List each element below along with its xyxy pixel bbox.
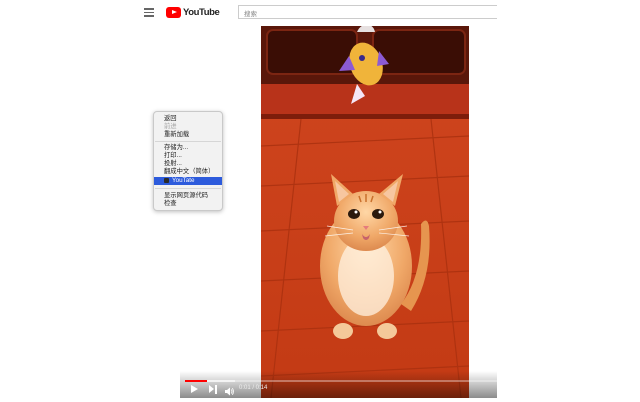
play-icon[interactable] bbox=[191, 385, 198, 393]
right-gutter bbox=[497, 0, 640, 400]
youtube-logo-icon bbox=[166, 7, 181, 18]
video-player[interactable] bbox=[261, 26, 469, 398]
masthead: YouTube 搜索 bbox=[144, 0, 497, 26]
menu-item-youtate-label: YouTate bbox=[172, 177, 195, 184]
progress-played bbox=[185, 380, 207, 382]
menu-item-translate[interactable]: 翻成中文（简体） bbox=[154, 168, 222, 176]
menu-item-back[interactable]: 返回 bbox=[154, 115, 222, 123]
next-icon[interactable] bbox=[209, 385, 217, 394]
hamburger-menu-icon[interactable] bbox=[144, 8, 154, 17]
video-frame-image bbox=[261, 26, 469, 398]
menu-item-inspect[interactable]: 检查 bbox=[154, 200, 222, 208]
extension-icon bbox=[164, 177, 169, 183]
logo-text: YouTube bbox=[183, 7, 220, 18]
search-input[interactable]: 搜索 bbox=[238, 5, 497, 19]
menu-item-forward: 前进 bbox=[164, 123, 177, 130]
left-gutter bbox=[0, 0, 144, 400]
context-menu: 返回 前进 重新加载 存储为... 打印... 投射... 翻成中文（简体） Y… bbox=[153, 111, 223, 211]
menu-item-save-as[interactable]: 存储为... bbox=[154, 144, 222, 152]
progress-bar[interactable] bbox=[185, 380, 497, 382]
menu-item-view-source[interactable]: 显示网页源代码 bbox=[154, 192, 222, 200]
menu-item-reload[interactable]: 重新加载 bbox=[154, 131, 222, 139]
youtube-logo[interactable]: YouTube bbox=[166, 6, 220, 19]
player-controls: 0:01 / 0:14 bbox=[180, 371, 497, 398]
menu-item-youtate[interactable]: YouTate bbox=[154, 177, 222, 185]
menu-item-print[interactable]: 打印... bbox=[154, 152, 222, 160]
menu-separator bbox=[155, 188, 221, 189]
menu-item-cast[interactable]: 投射... bbox=[154, 160, 222, 168]
time-display: 0:01 / 0:14 bbox=[239, 385, 268, 391]
menu-separator bbox=[155, 141, 221, 142]
volume-icon[interactable] bbox=[224, 384, 235, 396]
